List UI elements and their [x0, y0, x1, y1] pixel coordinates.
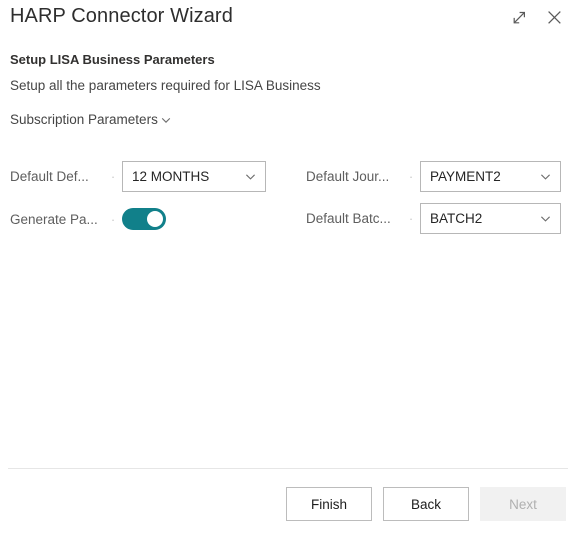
field-separator-dot: · [110, 211, 116, 227]
default-jour-combobox[interactable]: PAYMENT2 [420, 160, 561, 192]
field-label-default-jour: Default Jour... [306, 168, 390, 184]
wizard-dialog: HARP Connector Wizard Setup LISA Busines… [0, 0, 577, 535]
field-label-default-batc: Default Batc... [306, 210, 391, 226]
footer-actions: Finish Back Next [0, 486, 577, 522]
group-header-subscription-parameters[interactable]: Subscription Parameters [10, 112, 173, 127]
field-label-default-def: Default Def... [10, 168, 89, 184]
finish-button[interactable]: Finish [286, 487, 372, 521]
field-separator-dot: · [408, 168, 414, 184]
default-def-value: 12 MONTHS [132, 168, 210, 184]
group-header-label: Subscription Parameters [10, 112, 158, 127]
field-separator-dot: · [408, 210, 414, 226]
close-icon[interactable] [543, 6, 565, 28]
next-button: Next [480, 487, 566, 521]
default-batc-combobox[interactable]: BATCH2 [420, 202, 561, 234]
default-def-combobox[interactable]: 12 MONTHS [122, 160, 266, 192]
page-title: HARP Connector Wizard [10, 5, 233, 27]
field-row: Default Jour... · PAYMENT2 [306, 160, 561, 192]
toggle-knob [147, 211, 163, 227]
default-jour-value: PAYMENT2 [430, 168, 501, 184]
field-separator-dot: · [110, 168, 116, 184]
chevron-down-icon [242, 168, 258, 184]
title-bar-actions [508, 6, 565, 28]
chevron-down-icon [159, 113, 173, 127]
generate-pa-toggle[interactable] [122, 208, 166, 230]
field-row: Default Def... · 12 MONTHS [10, 160, 266, 192]
field-label-generate-pa: Generate Pa... [10, 211, 98, 227]
field-row: Generate Pa... · [10, 205, 166, 233]
title-bar: HARP Connector Wizard [0, 0, 577, 44]
field-row: Default Batc... · BATCH2 [306, 202, 561, 234]
chevron-down-icon [537, 210, 553, 226]
footer-divider [8, 468, 568, 469]
default-batc-value: BATCH2 [430, 210, 483, 226]
expand-diagonal-icon[interactable] [508, 6, 530, 28]
chevron-down-icon [537, 168, 553, 184]
back-button[interactable]: Back [383, 487, 469, 521]
step-subheading: Setup all the parameters required for LI… [10, 78, 321, 93]
step-heading: Setup LISA Business Parameters [10, 52, 215, 67]
